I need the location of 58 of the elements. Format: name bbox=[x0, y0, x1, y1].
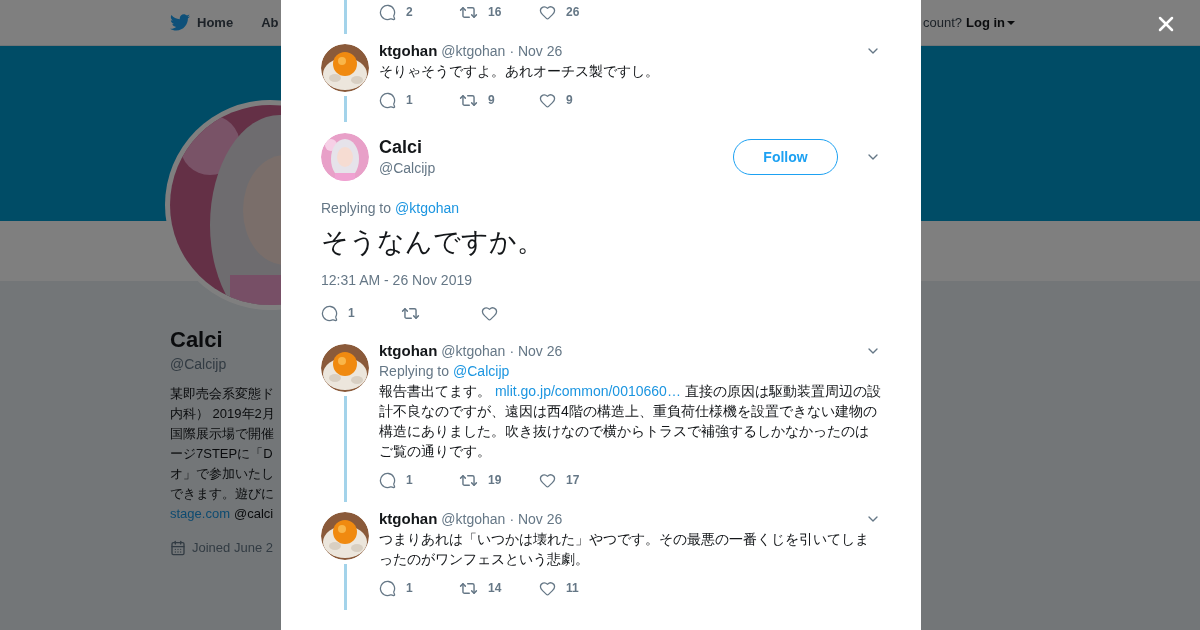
tweet-text: 報告書出てます。 mlit.go.jp/common/0010660… 直接の原因は駆動装置周辺の設計不良なのですが、遠因は西4階の構造上、重負荷仕様機を設置できない建物の構造にありました。吹き抜けなので横からトラスで補強するしかなかったのはご覧の通りです。 bbox=[379, 382, 881, 461]
retweet-count: 9 bbox=[488, 92, 495, 109]
tweet-date[interactable]: · Nov 26 bbox=[509, 340, 563, 362]
mention-link[interactable]: @ktgohan bbox=[395, 197, 460, 219]
reply-icon[interactable] bbox=[321, 304, 338, 322]
author-name[interactable]: ktgohan bbox=[379, 339, 438, 363]
author-handle[interactable]: @ktgohan bbox=[441, 508, 506, 530]
reply-count: 1 bbox=[406, 472, 413, 489]
bio-line: 内科） 2019年2月 bbox=[170, 405, 276, 423]
login-prompt: count? bbox=[922, 13, 962, 32]
reply-count: 1 bbox=[406, 92, 413, 109]
retweet-count: 19 bbox=[488, 472, 502, 489]
bio-line: できます。遊びに bbox=[170, 485, 275, 503]
retweet-count: 16 bbox=[488, 4, 502, 21]
bio-line: 国際展示場で開催 bbox=[170, 425, 275, 443]
like-count: 11 bbox=[566, 580, 579, 597]
reply-count: 1 bbox=[348, 305, 355, 322]
author-handle[interactable]: @ktgohan bbox=[441, 340, 506, 362]
join-date: Joined June 2 bbox=[192, 539, 273, 557]
calendar-icon bbox=[170, 539, 186, 556]
like-icon[interactable] bbox=[539, 91, 556, 109]
like-count: 17 bbox=[566, 472, 580, 489]
author-handle[interactable]: @Calcijp bbox=[379, 158, 436, 178]
reply-icon[interactable] bbox=[379, 579, 396, 597]
retweet-count: 14 bbox=[488, 580, 502, 597]
reply-count: 2 bbox=[406, 4, 413, 21]
tweet-text: そりゃそうですよ。あれオーチス製ですし。 bbox=[379, 62, 660, 81]
tweet-date[interactable]: · Nov 26 bbox=[509, 40, 563, 62]
tweet-timestamp: 12:31 AM - 26 Nov 2019 bbox=[321, 271, 473, 290]
like-icon[interactable] bbox=[539, 579, 556, 597]
author-name[interactable]: ktgohan bbox=[379, 39, 438, 63]
like-icon[interactable] bbox=[539, 3, 556, 21]
nav-link[interactable]: Ab bbox=[261, 12, 279, 33]
tweet-date[interactable]: · Nov 26 bbox=[509, 508, 563, 530]
bio-line: オ」で参加いたし bbox=[170, 465, 275, 483]
like-count: 26 bbox=[566, 4, 580, 21]
bio-line: 某即売会系変態ド bbox=[170, 385, 275, 403]
tweet-text: つまりあれは「いつかは壊れた」やつです。その最悪の一番くじを引いてしまったのがワンフェスという悲劇。 bbox=[379, 530, 870, 569]
mention-link[interactable]: @Calcijp bbox=[453, 360, 510, 382]
author-name[interactable]: ktgohan bbox=[379, 507, 438, 531]
reply-count: 1 bbox=[406, 580, 413, 597]
reply-icon[interactable] bbox=[379, 91, 396, 109]
author-name[interactable]: Calci bbox=[379, 136, 436, 158]
tweet-text: そうなんですか。 bbox=[321, 226, 545, 259]
replying-label: Replying to bbox=[379, 361, 450, 381]
url-link[interactable]: mlit.go.jp/common/0010660… bbox=[494, 383, 681, 399]
reply-icon[interactable] bbox=[379, 471, 396, 489]
like-icon[interactable] bbox=[481, 304, 498, 322]
reply-icon[interactable] bbox=[379, 3, 396, 21]
bio-line: ージ7STEPに「D bbox=[170, 445, 274, 463]
login-button[interactable]: Log in bbox=[966, 12, 1015, 33]
like-icon[interactable] bbox=[539, 471, 556, 489]
nav-link[interactable]: Home bbox=[197, 12, 234, 33]
author-handle[interactable]: @ktgohan bbox=[441, 40, 506, 62]
like-count: 9 bbox=[566, 92, 573, 109]
bio-mention[interactable]: @calci bbox=[234, 504, 274, 524]
replying-label: Replying to bbox=[321, 198, 392, 218]
caret-icon bbox=[1007, 20, 1015, 25]
